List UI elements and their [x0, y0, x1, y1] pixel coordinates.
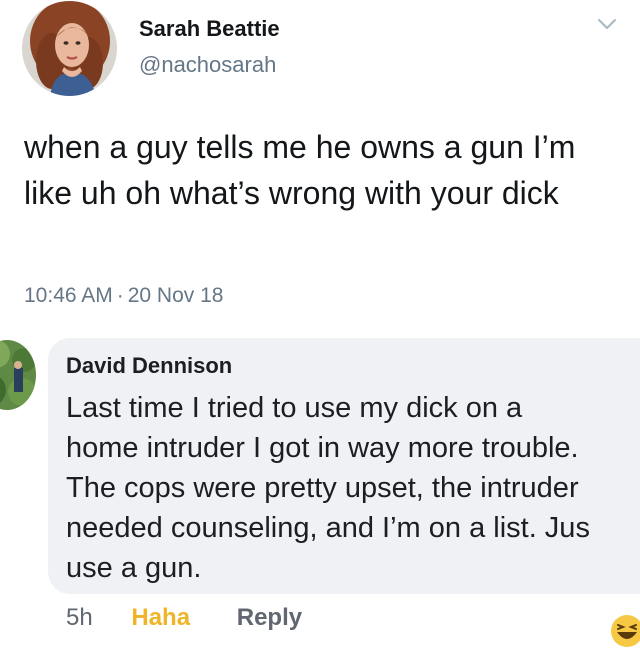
tweet-date: 20 Nov 18: [127, 284, 224, 307]
reply-button[interactable]: Reply: [237, 604, 302, 631]
comment-line: home intruder I got in way more trouble.: [66, 432, 579, 464]
avatar-photo: [0, 340, 36, 410]
comment-text: Last time I tried to use my dick on a ho…: [66, 388, 640, 584]
tweet-author-handle[interactable]: @nachosarah: [139, 52, 276, 78]
comment-line: use a gun.: [66, 552, 202, 584]
comment-author-avatar[interactable]: [0, 340, 36, 410]
comment-line: needed counseling, and I’m on a list. Ju…: [66, 512, 590, 544]
tweet-author-avatar[interactable]: [22, 1, 117, 96]
comment-time[interactable]: 5h: [66, 604, 93, 631]
haha-emoji-icon[interactable]: [610, 614, 640, 648]
timestamp-separator: ·: [116, 284, 124, 307]
tweet-timestamp[interactable]: 10:46 AM · 20 Nov 18: [24, 284, 223, 308]
tweet-time: 10:46 AM: [24, 284, 113, 307]
haha-reaction-button[interactable]: Haha: [131, 604, 190, 631]
chevron-down-icon[interactable]: [596, 16, 618, 32]
comment-line: Last time I tried to use my dick on a: [66, 392, 523, 424]
avatar-photo: [22, 1, 117, 96]
comment-author-name[interactable]: David Dennison: [66, 353, 232, 379]
tweet-text: when a guy tells me he owns a gun I’m li…: [24, 129, 576, 211]
tweet-author-name[interactable]: Sarah Beattie: [139, 16, 280, 42]
comment-line: The cops were pretty upset, the intruder: [66, 472, 579, 504]
comment-actions: 5h Haha Reply: [66, 604, 302, 632]
